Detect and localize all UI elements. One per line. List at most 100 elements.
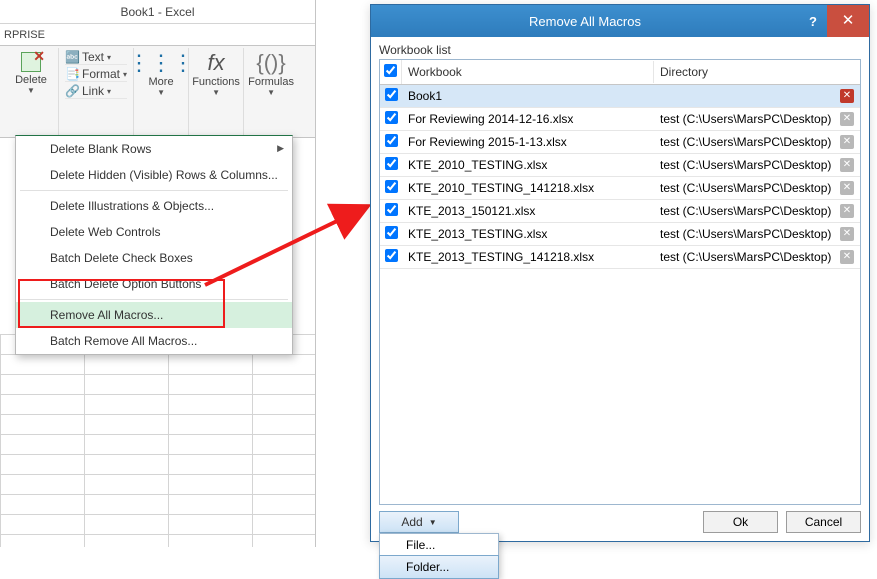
more-button[interactable]: ⋮⋮⋮ More ▼ bbox=[140, 50, 182, 97]
remove-row-button[interactable]: ✕ bbox=[840, 158, 854, 172]
row-workbook: KTE_2010_TESTING.xlsx bbox=[402, 155, 654, 175]
window-title: Book1 - Excel bbox=[0, 0, 315, 24]
remove-row-button[interactable]: ✕ bbox=[840, 135, 854, 149]
excel-window: Book1 - Excel RPRISE Delete ▼ 🔤 Text ▾ 📑… bbox=[0, 0, 316, 547]
delete-menu: Delete Blank Rows ▶ Delete Hidden (Visib… bbox=[15, 135, 293, 355]
delete-button[interactable]: Delete ▼ bbox=[10, 50, 52, 95]
help-button[interactable]: ? bbox=[799, 14, 827, 29]
row-checkbox[interactable] bbox=[385, 88, 398, 101]
row-workbook: KTE_2013_TESTING.xlsx bbox=[402, 224, 654, 244]
list-header: Workbook Directory bbox=[380, 60, 860, 85]
row-checkbox[interactable] bbox=[385, 157, 398, 170]
dialog-title: Remove All Macros bbox=[371, 14, 799, 29]
link-icon: 🔗 bbox=[65, 84, 79, 98]
remove-row-button[interactable]: ✕ bbox=[840, 112, 854, 126]
add-button[interactable]: Add ▼ bbox=[379, 511, 459, 533]
row-directory: test (C:\Users\MarsPC\Desktop) bbox=[660, 227, 836, 241]
menu-batch-remove-all-macros[interactable]: Batch Remove All Macros... bbox=[16, 328, 292, 354]
remove-all-macros-dialog: Remove All Macros ? ✕ Workbook list Work… bbox=[370, 4, 870, 542]
ok-button[interactable]: Ok bbox=[703, 511, 778, 533]
format-menu[interactable]: 📑 Format ▾ bbox=[65, 67, 127, 82]
chevron-down-icon: ▼ bbox=[429, 518, 437, 527]
row-workbook: KTE_2010_TESTING_141218.xlsx bbox=[402, 178, 654, 198]
menu-separator bbox=[20, 190, 288, 191]
table-row[interactable]: For Reviewing 2015-1-13.xlsx test (C:\Use… bbox=[380, 131, 860, 154]
chevron-down-icon: ▼ bbox=[212, 88, 220, 97]
formulas-label: Formulas bbox=[248, 76, 294, 88]
remove-row-button[interactable]: ✕ bbox=[840, 250, 854, 264]
row-workbook: KTE_2013_TESTING_141218.xlsx bbox=[402, 247, 654, 267]
row-checkbox[interactable] bbox=[385, 111, 398, 124]
functions-button[interactable]: fx Functions ▼ bbox=[195, 50, 237, 97]
dialog-titlebar: Remove All Macros ? ✕ bbox=[371, 5, 869, 37]
row-directory: test (C:\Users\MarsPC\Desktop) bbox=[660, 250, 836, 264]
remove-row-button[interactable]: ✕ bbox=[840, 204, 854, 218]
row-directory: test (C:\Users\MarsPC\Desktop) bbox=[660, 112, 836, 126]
more-label: More bbox=[149, 76, 174, 88]
menu-batch-delete-checkboxes[interactable]: Batch Delete Check Boxes bbox=[16, 245, 292, 271]
chevron-down-icon: ▼ bbox=[157, 88, 165, 97]
workbook-list-label: Workbook list bbox=[379, 43, 861, 57]
row-workbook: KTE_2013_150121.xlsx bbox=[402, 201, 654, 221]
menu-delete-illustrations[interactable]: Delete Illustrations & Objects... bbox=[16, 193, 292, 219]
chevron-down-icon: ▼ bbox=[27, 86, 35, 95]
add-menu-file[interactable]: File... bbox=[380, 534, 498, 556]
text-menu[interactable]: 🔤 Text ▾ bbox=[65, 50, 127, 65]
add-menu-folder[interactable]: Folder... bbox=[379, 555, 499, 579]
more-icon: ⋮⋮⋮ bbox=[128, 50, 194, 76]
row-checkbox[interactable] bbox=[385, 134, 398, 147]
row-checkbox[interactable] bbox=[385, 249, 398, 262]
format-icon: 📑 bbox=[65, 67, 79, 81]
row-checkbox[interactable] bbox=[385, 180, 398, 193]
row-directory: test (C:\Users\MarsPC\Desktop) bbox=[660, 181, 836, 195]
table-row[interactable]: For Reviewing 2014-12-16.xlsx test (C:\Us… bbox=[380, 108, 860, 131]
remove-row-button[interactable]: ✕ bbox=[840, 89, 854, 103]
row-checkbox[interactable] bbox=[385, 226, 398, 239]
chevron-down-icon: ▾ bbox=[123, 70, 127, 79]
remove-row-button[interactable]: ✕ bbox=[840, 181, 854, 195]
row-workbook: Book1 bbox=[402, 86, 654, 106]
menu-delete-web-controls[interactable]: Delete Web Controls bbox=[16, 219, 292, 245]
ribbon-tab[interactable]: RPRISE bbox=[0, 24, 315, 46]
row-directory: test (C:\Users\MarsPC\Desktop) bbox=[660, 135, 836, 149]
chevron-down-icon: ▾ bbox=[107, 53, 111, 62]
formulas-button[interactable]: {()} Formulas ▼ bbox=[250, 50, 292, 97]
add-menu: File... Folder... bbox=[379, 533, 499, 579]
chevron-down-icon: ▾ bbox=[107, 87, 111, 96]
row-workbook: For Reviewing 2015-1-13.xlsx bbox=[402, 132, 654, 152]
cancel-button[interactable]: Cancel bbox=[786, 511, 861, 533]
row-workbook: For Reviewing 2014-12-16.xlsx bbox=[402, 109, 654, 129]
table-row[interactable]: Book1 ✕ bbox=[380, 85, 860, 108]
functions-label: Functions bbox=[192, 76, 240, 88]
menu-separator bbox=[20, 299, 288, 300]
braces-icon: {()} bbox=[256, 50, 285, 76]
remove-row-button[interactable]: ✕ bbox=[840, 227, 854, 241]
col-workbook[interactable]: Workbook bbox=[402, 61, 654, 83]
fx-icon: fx bbox=[207, 50, 224, 76]
menu-remove-all-macros[interactable]: Remove All Macros... bbox=[16, 302, 292, 328]
col-directory[interactable]: Directory bbox=[654, 61, 860, 83]
format-label: Format bbox=[82, 67, 120, 81]
row-directory: test (C:\Users\MarsPC\Desktop) bbox=[660, 158, 836, 172]
table-row[interactable]: KTE_2013_TESTING.xlsx test (C:\Users\Mars… bbox=[380, 223, 860, 246]
table-row[interactable]: KTE_2013_TESTING_141218.xlsx test (C:\Use… bbox=[380, 246, 860, 269]
menu-item-label: Delete Blank Rows bbox=[50, 142, 151, 156]
submenu-arrow-icon: ▶ bbox=[277, 143, 284, 154]
worksheet-grid[interactable] bbox=[0, 334, 315, 547]
select-all-checkbox[interactable] bbox=[384, 64, 397, 77]
table-row[interactable]: KTE_2010_TESTING.xlsx test (C:\Users\Mars… bbox=[380, 154, 860, 177]
menu-delete-blank-rows[interactable]: Delete Blank Rows ▶ bbox=[16, 136, 292, 162]
menu-delete-hidden-rows-cols[interactable]: Delete Hidden (Visible) Rows & Columns..… bbox=[16, 162, 292, 188]
table-row[interactable]: KTE_2013_150121.xlsxtest (C:\Users\MarsP… bbox=[380, 200, 860, 223]
ribbon: Delete ▼ 🔤 Text ▾ 📑 Format ▾ 🔗 Link bbox=[0, 46, 315, 138]
row-checkbox[interactable] bbox=[385, 203, 398, 216]
add-label: Add bbox=[401, 515, 422, 529]
table-row[interactable]: KTE_2010_TESTING_141218.xlsx test (C:\Use… bbox=[380, 177, 860, 200]
delete-label: Delete bbox=[15, 74, 47, 86]
delete-icon bbox=[19, 50, 43, 74]
menu-batch-delete-option-buttons[interactable]: Batch Delete Option Buttons bbox=[16, 271, 292, 297]
link-menu[interactable]: 🔗 Link ▾ bbox=[65, 84, 127, 99]
close-button[interactable]: ✕ bbox=[827, 5, 869, 37]
list-rows: Book1 ✕ For Reviewing 2014-12-16.xlsx test … bbox=[380, 85, 860, 504]
link-label: Link bbox=[82, 84, 104, 98]
